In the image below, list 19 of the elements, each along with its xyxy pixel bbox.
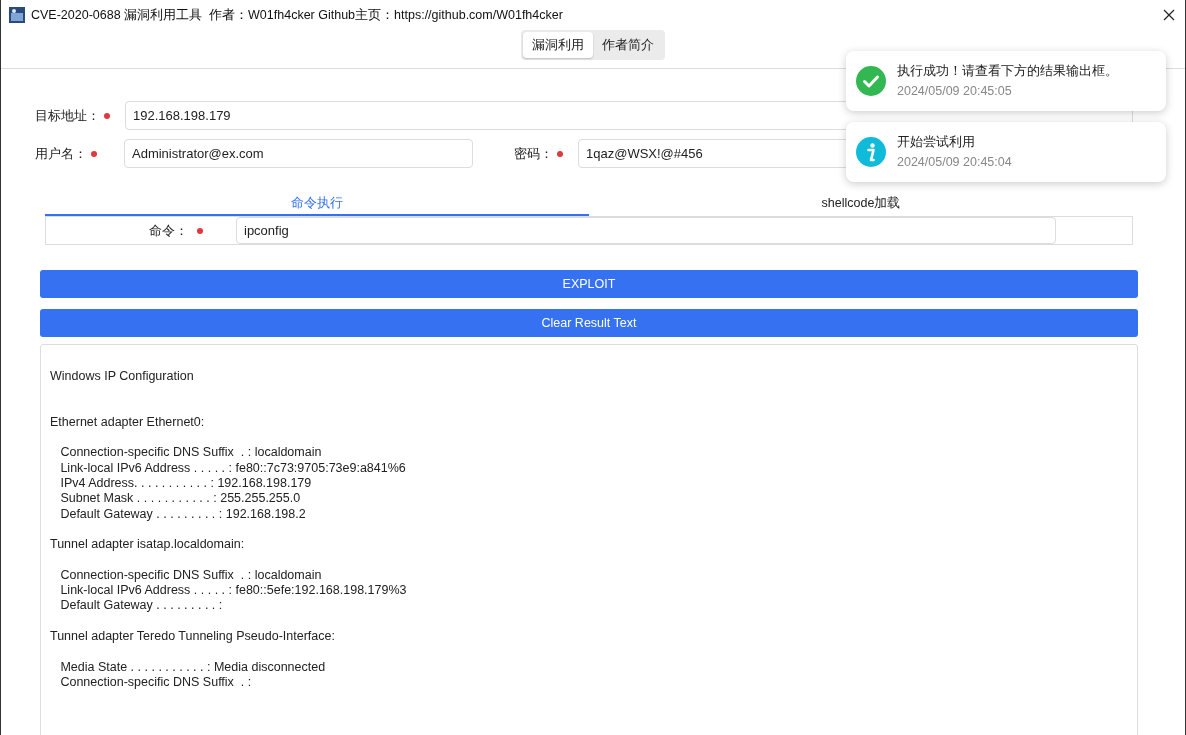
field-label: 密码： <box>514 144 553 163</box>
notification-message: 执行成功！请查看下方的结果输出框。 <box>897 62 1118 80</box>
tab[interactable]: 作者简介 <box>593 32 663 58</box>
input-field[interactable]: ipconfig <box>236 217 1056 244</box>
tab[interactable]: 漏洞利用 <box>523 32 593 58</box>
input-field[interactable]: Administrator@ex.com <box>124 139 473 168</box>
field-label: 命令： <box>148 221 188 240</box>
output-text: Windows IP Configuration Ethernet adapter Ethernet0: Connection-specific DNS Suffix . : localdomain Link-local IPv6 Address . . . . . : fe80::7c73:9705:73e9:a841%6 IPv4 Address. . . . . . . . . . . : 192.168.198.179 Subnet Mask . . . . . . . . . . . : 255.255.255.0 Default Gateway . . . . . . . . . : 192.168.198.2 Tunnel adapter isatap.localdomain: Connection-specific DNS Suffix . : localdomain Link-local IPv6 Address . . . . . : fe80::5efe:192.168.198.179%3 Default Gateway . . . . . . . . . : Tunnel adapter Teredo Tunneling Pseudo-Interface: Media State . . . . . . . . . . . : Media disconnected Connection-specific DNS Suffix . : <box>40 344 1138 735</box>
notification-time: 2024/05/09 20:45:05 <box>897 82 1013 100</box>
close-icon[interactable] <box>1163 9 1175 21</box>
app-logo-icon <box>9 7 25 23</box>
action-button[interactable]: Clear Result Text <box>40 309 1138 337</box>
action-button[interactable]: EXPLOIT <box>40 270 1138 298</box>
field-label: 用户名： <box>35 144 87 163</box>
tab[interactable]: shellcode加载 <box>589 192 1133 216</box>
window-title: CVE-2020-0688 漏洞利用工具 作者：W01fh4cker Github主页：https://github.com/W01fh4cker <box>31 6 563 24</box>
notification-time: 2024/05/09 20:45:04 <box>897 153 1012 171</box>
tab[interactable]: 命令执行 <box>45 192 589 216</box>
field-label: 目标地址： <box>35 106 100 125</box>
